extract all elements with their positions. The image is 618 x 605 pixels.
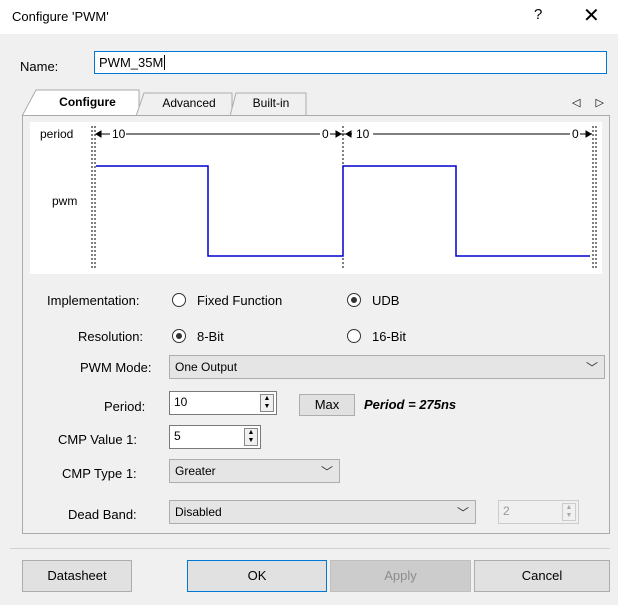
implementation-udb-radio[interactable]	[347, 293, 361, 307]
tab-configure-label: Configure	[59, 95, 116, 109]
implementation-label: Implementation:	[47, 293, 140, 308]
dead-band-count-input: 2 ▲ ▼	[498, 500, 579, 524]
close-button[interactable]: ✕	[583, 3, 600, 28]
pwm-mode-label: PWM Mode:	[80, 360, 152, 375]
waveform-diagram: period pwm 10 0 10 0	[30, 122, 602, 274]
chevron-down-icon: ﹀	[456, 506, 469, 520]
cmp-value1-label: CMP Value 1:	[58, 432, 138, 447]
pwm-signal	[96, 165, 590, 257]
implementation-udb-label[interactable]: UDB	[372, 293, 399, 308]
period-field-label: Period:	[104, 399, 146, 414]
help-button[interactable]: ?	[534, 6, 542, 23]
period-info: Period = 275ns	[364, 397, 457, 412]
resolution-8bit-radio[interactable]	[172, 329, 186, 343]
button-separator	[10, 548, 610, 549]
dead-band-select[interactable]: Disabled ﹀	[169, 500, 476, 524]
tab-configure[interactable]: Configure	[36, 91, 139, 113]
resolution-16bit-label[interactable]: 16-Bit	[372, 329, 406, 344]
pwm-mode-select[interactable]: One Output ﹀	[169, 355, 605, 379]
ok-button[interactable]: OK	[187, 560, 327, 592]
resolution-16bit-radio[interactable]	[347, 329, 361, 343]
pwm-label: pwm	[52, 194, 78, 208]
cmp-value1-input[interactable]: 5 ▲ ▼	[169, 425, 261, 449]
cmp-type1-label: CMP Type 1:	[62, 466, 137, 481]
chevron-down-icon: ﹀	[320, 465, 333, 479]
dead-band-label: Dead Band:	[68, 507, 137, 522]
count-end-2: 0	[572, 127, 579, 141]
resolution-8bit-label[interactable]: 8-Bit	[197, 329, 224, 344]
datasheet-button[interactable]: Datasheet	[22, 560, 132, 592]
dead-band-value: Disabled	[175, 505, 222, 519]
tab-advanced[interactable]: Advanced	[146, 92, 232, 114]
cmp-type1-value: Greater	[175, 464, 216, 478]
apply-button[interactable]: Apply	[330, 560, 471, 592]
period-input[interactable]: 10 ▲ ▼	[169, 391, 277, 415]
chevron-down-icon: ﹀	[585, 361, 598, 375]
dead-band-stepper: ▲ ▼	[562, 503, 576, 521]
tab-scroll-arrows[interactable]: ◁ ▷	[572, 96, 610, 109]
name-label: Name:	[20, 59, 59, 74]
tab-advanced-label: Advanced	[162, 96, 216, 110]
tab-strip: Configure Advanced Built-in	[22, 89, 322, 117]
count-start-1: 10	[112, 127, 126, 141]
count-start-2: 10	[356, 127, 370, 141]
period-label: period	[40, 127, 74, 141]
count-end-1: 0	[322, 127, 329, 141]
cmp-value1-value: 5	[174, 429, 181, 443]
name-value: PWM_35M	[99, 55, 164, 70]
text-cursor	[164, 55, 166, 70]
waveform-svg	[91, 126, 597, 270]
period-stepper[interactable]: ▲ ▼	[260, 394, 274, 412]
pwm-mode-value: One Output	[175, 360, 238, 374]
period-value: 10	[174, 395, 188, 409]
name-input[interactable]: PWM_35M	[94, 51, 607, 74]
cancel-button[interactable]: Cancel	[474, 560, 610, 592]
cmp-type1-select[interactable]: Greater ﹀	[169, 459, 340, 483]
tab-built-in-label: Built-in	[252, 96, 290, 110]
window-title: Configure 'PWM'	[12, 9, 109, 24]
tab-built-in[interactable]: Built-in	[238, 92, 304, 114]
implementation-fixed-function-radio[interactable]	[172, 293, 186, 307]
dead-band-count-value: 2	[503, 504, 510, 518]
resolution-label: Resolution:	[78, 329, 144, 344]
implementation-fixed-function-label[interactable]: Fixed Function	[197, 293, 282, 308]
cmp-value1-stepper[interactable]: ▲ ▼	[244, 428, 258, 446]
max-button[interactable]: Max	[299, 394, 355, 416]
